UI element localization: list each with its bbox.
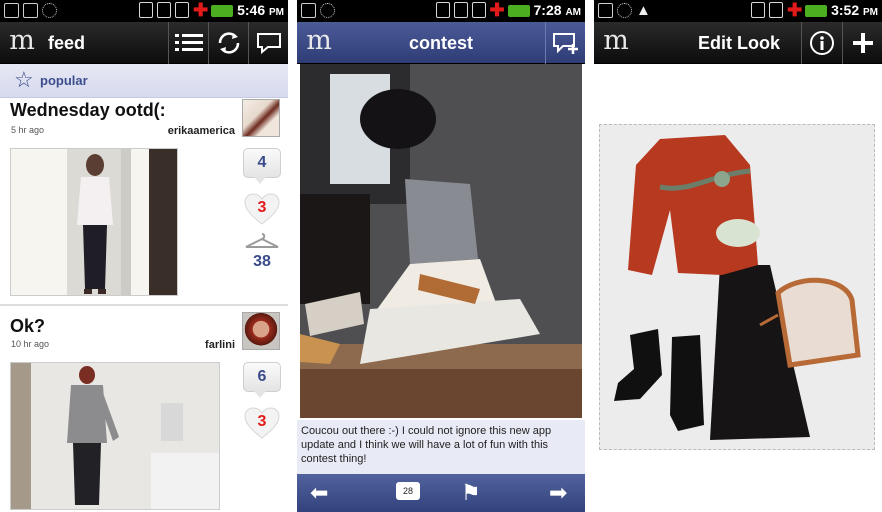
list-icon	[174, 34, 203, 51]
hanger-icon	[245, 233, 279, 248]
flag-icon[interactable]: ⚑	[461, 480, 481, 506]
status-bar: ▲ ✚ 3:52 PM	[594, 0, 882, 22]
clock: 3:52 PM	[831, 2, 878, 18]
refresh-icon	[218, 32, 239, 54]
warning-icon: ▲	[636, 2, 651, 19]
post-title: Ok?	[10, 316, 46, 336]
star-icon: ☆	[14, 67, 34, 92]
app-bar: m contest	[297, 22, 585, 64]
red-cross-icon: ✚	[787, 0, 803, 20]
info-button[interactable]	[801, 22, 841, 64]
page-title: contest	[408, 33, 473, 53]
info-icon	[809, 31, 834, 55]
bag-item	[775, 277, 861, 368]
feed-post[interactable]: Wednesday ootd(: 5 hr ago erikaamerica 4	[0, 98, 288, 304]
usb-icon	[301, 3, 316, 18]
post-title: Wednesday ootd(:	[10, 100, 166, 120]
refresh-button[interactable]	[208, 22, 248, 64]
like-count: 3	[257, 199, 267, 216]
app-bar: m Edit Look	[594, 22, 882, 64]
bottom-bar: ⬅ 28 ⚑ ➡	[297, 474, 585, 512]
arrow-right-icon[interactable]: ➡	[549, 480, 567, 506]
feed-post[interactable]: Ok? 10 hr ago farlini 6 3	[0, 308, 288, 512]
contest-screen: ✚ 7:28 AM m contest Coucou out there:-)…	[297, 0, 585, 512]
page-title: Edit Look	[698, 33, 780, 53]
contest-photo[interactable]	[300, 64, 582, 418]
signal-icon	[471, 2, 486, 18]
add-comment-icon	[552, 33, 578, 54]
clock: 7:28 AM	[533, 2, 581, 18]
message-icon	[256, 33, 281, 55]
status-bar: ✚ 7:28 AM	[297, 0, 585, 22]
filter-bar[interactable]: ☆ popular	[0, 64, 288, 98]
comment-count[interactable]: 6	[243, 362, 281, 398]
settings-icon	[617, 3, 632, 18]
post-stats: 4 3 38	[243, 148, 281, 271]
page-title: feed	[48, 33, 86, 53]
filter-label: popular	[40, 73, 88, 88]
list-button[interactable]	[168, 22, 208, 64]
signal-icon	[769, 2, 784, 18]
wifi-icon	[435, 2, 450, 18]
battery-charging-icon	[805, 5, 828, 17]
settings-icon	[320, 3, 335, 18]
feed-screen: ✚ 5:46 PM m feed ☆ popular Wednesday oot…	[0, 0, 288, 512]
signal-icon	[175, 2, 190, 18]
like-button[interactable]: 3	[243, 406, 281, 440]
look-canvas[interactable]	[599, 124, 875, 450]
red-cross-icon: ✚	[489, 0, 505, 20]
wifi-icon	[751, 2, 766, 18]
status-bar: ✚ 5:46 PM	[0, 0, 288, 22]
red-cross-icon: ✚	[193, 0, 209, 20]
like-count: 3	[257, 413, 267, 430]
post-photo[interactable]	[10, 362, 220, 510]
divider	[0, 304, 288, 306]
avatar[interactable]	[242, 312, 280, 350]
post-caption: Coucou out there :-) I could not ignore …	[297, 420, 585, 474]
settings-icon	[42, 3, 57, 18]
like-button[interactable]: 3	[243, 192, 281, 226]
save-count: 38	[253, 253, 271, 270]
arrow-left-icon[interactable]: ⬅	[310, 480, 328, 506]
post-username[interactable]: farlini	[205, 339, 235, 351]
lock-icon	[4, 3, 19, 18]
post-photo[interactable]	[10, 148, 178, 296]
comment-count[interactable]: 4	[243, 148, 281, 184]
shirt-item	[628, 135, 758, 275]
brooch-item	[716, 219, 760, 247]
contest-photo-image	[300, 64, 582, 418]
outfit-photo-image	[11, 363, 219, 509]
plus-icon	[852, 33, 873, 53]
post-time: 5 hr ago	[11, 125, 45, 135]
boot-item	[670, 335, 704, 431]
message-button[interactable]	[248, 22, 288, 64]
battery-icon	[507, 5, 530, 17]
outfit-photo-image	[11, 149, 177, 295]
boot-item	[614, 329, 662, 401]
post-time: 10 hr ago	[11, 339, 50, 349]
outfit-collage-image	[614, 135, 861, 440]
edit-look-screen: ▲ ✚ 3:52 PM m Edit Look	[594, 0, 882, 512]
app-logo-icon[interactable]: m	[5, 27, 39, 57]
comment-count-badge[interactable]: 28	[396, 482, 420, 500]
post-stats: 6 3	[243, 362, 281, 440]
app-bar: m feed	[0, 22, 288, 64]
add-button[interactable]	[842, 22, 882, 64]
mute-icon	[453, 2, 468, 18]
post-username[interactable]: erikaamerica	[168, 125, 235, 137]
comment-count-value: 6	[257, 368, 267, 385]
save-button[interactable]: 38	[243, 232, 281, 271]
usb-icon	[598, 3, 613, 18]
battery-icon	[211, 5, 234, 17]
wifi-icon	[139, 2, 154, 18]
avatar[interactable]	[242, 99, 280, 137]
usb-icon	[23, 3, 38, 18]
app-logo-icon[interactable]: m	[599, 27, 633, 57]
comment-count-value: 4	[257, 154, 267, 171]
mute-icon	[157, 2, 172, 18]
clock: 5:46 PM	[237, 2, 284, 18]
add-comment-button[interactable]	[545, 22, 585, 64]
